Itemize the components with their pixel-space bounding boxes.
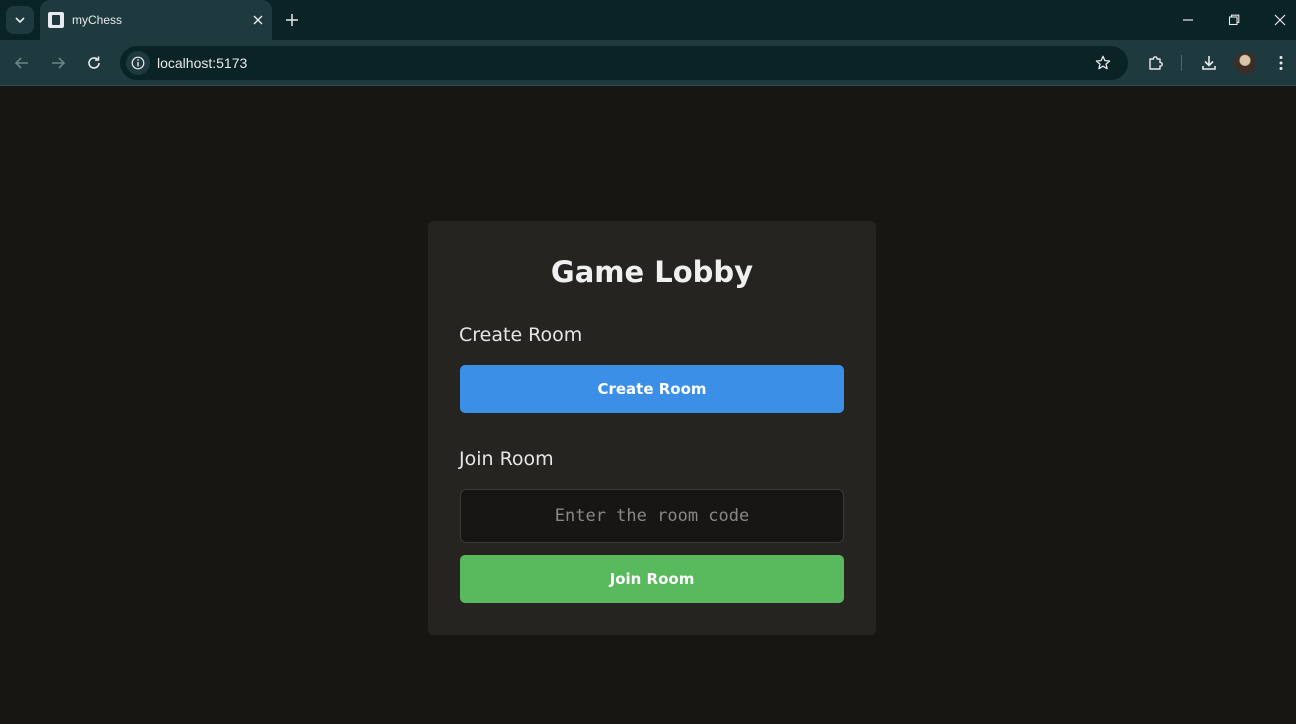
page-title: Game Lobby bbox=[550, 255, 754, 289]
forward-button[interactable] bbox=[46, 51, 70, 75]
info-icon bbox=[131, 56, 145, 70]
address-bar[interactable]: localhost:5173 bbox=[120, 46, 1128, 80]
tab-close-button[interactable] bbox=[248, 10, 268, 30]
arrow-left-icon bbox=[14, 57, 28, 69]
active-tab[interactable]: myChess bbox=[40, 0, 272, 40]
restore-icon bbox=[1228, 14, 1240, 26]
plus-icon bbox=[286, 14, 298, 26]
minimize-icon bbox=[1183, 19, 1193, 21]
restore-button[interactable] bbox=[1222, 8, 1246, 32]
back-button[interactable] bbox=[10, 51, 34, 75]
chess-favicon-icon bbox=[48, 12, 64, 28]
minimize-button[interactable] bbox=[1176, 8, 1200, 32]
tab-search-button[interactable] bbox=[6, 6, 34, 34]
tab-title: myChess bbox=[72, 13, 123, 27]
browser-menu-button[interactable] bbox=[1269, 51, 1293, 75]
downloads-button[interactable] bbox=[1197, 51, 1221, 75]
profile-avatar[interactable] bbox=[1234, 52, 1256, 74]
create-room-heading: Create Room bbox=[459, 324, 583, 346]
tab-strip: myChess bbox=[0, 0, 1296, 40]
lobby-card: Game Lobby Create Room Create Room Join … bbox=[428, 221, 876, 635]
extensions-button[interactable] bbox=[1144, 51, 1168, 75]
close-window-button[interactable] bbox=[1268, 8, 1292, 32]
join-room-button[interactable]: Join Room bbox=[460, 555, 844, 603]
close-icon bbox=[253, 15, 263, 25]
url-text[interactable]: localhost:5173 bbox=[157, 55, 247, 71]
bookmark-button[interactable] bbox=[1092, 52, 1114, 74]
site-info-button[interactable] bbox=[126, 51, 150, 75]
join-room-heading: Join Room bbox=[459, 448, 554, 470]
reload-button[interactable] bbox=[82, 51, 106, 75]
arrow-right-icon bbox=[52, 57, 66, 69]
star-icon bbox=[1095, 55, 1111, 70]
puzzle-icon bbox=[1149, 56, 1163, 70]
download-icon bbox=[1202, 56, 1216, 70]
reload-icon bbox=[88, 56, 100, 69]
room-code-input[interactable] bbox=[460, 489, 844, 543]
browser-toolbar: localhost:5173 bbox=[0, 40, 1296, 86]
more-vertical-icon bbox=[1279, 56, 1283, 70]
create-room-button[interactable]: Create Room bbox=[460, 365, 844, 413]
new-tab-button[interactable] bbox=[282, 10, 302, 30]
close-icon bbox=[1274, 14, 1286, 26]
toolbar-divider bbox=[1181, 55, 1182, 71]
chevron-down-icon bbox=[15, 17, 25, 24]
